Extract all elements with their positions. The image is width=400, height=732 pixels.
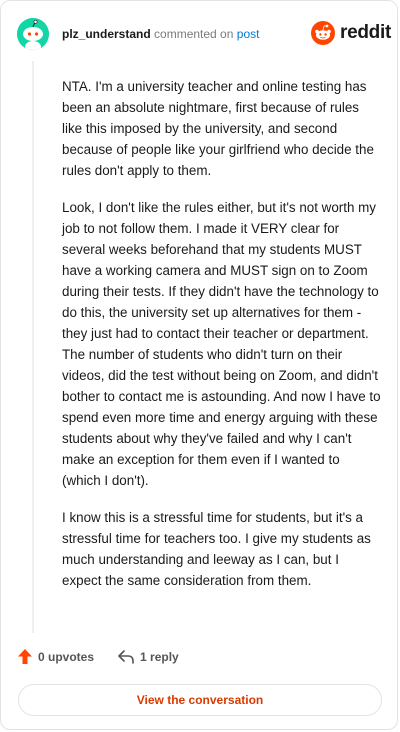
user-avatar[interactable] xyxy=(17,18,49,50)
reply-count: 1 reply xyxy=(140,649,179,664)
comment-header: plz_understand commented on post xyxy=(62,27,259,41)
reddit-logo-icon xyxy=(311,21,335,45)
upvote-arrow-icon xyxy=(18,649,32,664)
comment-card: plz_understand commented on post reddit … xyxy=(0,0,398,730)
comment-body: NTA. I'm a university teacher and online… xyxy=(62,76,382,607)
snoo-avatar-icon xyxy=(17,18,49,50)
reply-arrow-icon xyxy=(118,649,134,664)
upvotes-count: 0 upvotes xyxy=(38,649,95,664)
view-conversation-button[interactable]: View the conversation xyxy=(18,684,382,716)
post-link[interactable]: post xyxy=(237,27,260,41)
reddit-wordmark: reddit xyxy=(340,22,391,43)
comment-paragraph: NTA. I'm a university teacher and online… xyxy=(62,79,374,178)
comment-actions: 0 upvotes 1 reply xyxy=(18,649,179,664)
reply-button[interactable]: 1 reply xyxy=(118,650,179,664)
comment-paragraph: Look, I don't like the rules either, but… xyxy=(62,200,381,488)
username-link[interactable]: plz_understand xyxy=(62,27,151,41)
commented-on-text: commented on xyxy=(154,27,234,41)
reddit-logo[interactable]: reddit xyxy=(311,21,391,45)
comment-paragraph: I know this is a stressful time for stud… xyxy=(62,510,371,588)
upvote-button[interactable]: 0 upvotes xyxy=(18,649,94,664)
thread-line[interactable] xyxy=(32,61,34,633)
